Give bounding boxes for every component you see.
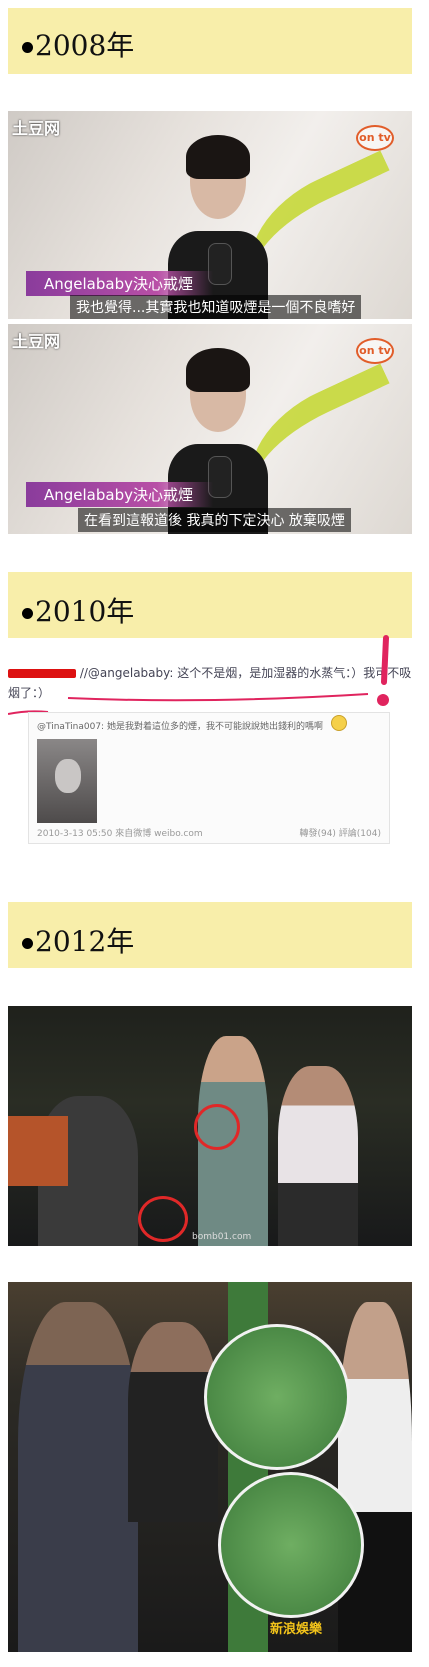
bullet-icon bbox=[22, 42, 33, 53]
photo-watermark: 新浪娛樂 bbox=[270, 1622, 323, 1637]
highlight-circle bbox=[138, 1196, 188, 1242]
year-label: 2008年 bbox=[35, 29, 135, 62]
photo-watermark: bomb01.com bbox=[192, 1232, 252, 1242]
post-thumbnail[interactable] bbox=[37, 739, 97, 823]
zoom-inset bbox=[204, 1324, 350, 1470]
post-timestamp: 2010-3-13 05:50 來自微博 weibo.com bbox=[37, 829, 203, 839]
year-label: 2010年 bbox=[35, 595, 135, 628]
highlight-circle bbox=[194, 1104, 240, 1150]
ontv-logo: on tv bbox=[356, 338, 394, 364]
video-still-1: 土豆网 on tv Angelababy決心戒煙 我也覺得...其實我也知道吸煙… bbox=[8, 111, 412, 319]
quoted-post-text: @TinaTina007: 她是我對着這位多的煙，我不可能說說她出錢利的嗎啊 bbox=[37, 722, 323, 732]
tudou-logo: 土豆网 bbox=[12, 332, 61, 351]
tudou-logo: 土豆网 bbox=[12, 119, 61, 138]
smiley-icon bbox=[331, 715, 347, 731]
post-stats[interactable]: 轉發(94) 評論(104) bbox=[299, 826, 381, 839]
paparazzi-photo-2: 新浪娛樂 bbox=[8, 1282, 412, 1652]
redacted-username bbox=[8, 669, 76, 678]
year-label: 2012年 bbox=[35, 925, 135, 958]
year-heading: 2012年 bbox=[22, 920, 134, 960]
person-middle bbox=[128, 1322, 218, 1522]
paparazzi-photo-1: bomb01.com bbox=[8, 1006, 412, 1246]
quoted-post: @TinaTina007: 她是我對着這位多的煙，我不可能說說她出錢利的嗎啊 2… bbox=[28, 712, 390, 844]
person-right bbox=[338, 1302, 412, 1652]
year-heading: 2010年 bbox=[22, 590, 134, 630]
zoom-inset bbox=[218, 1472, 364, 1618]
video-still-2: 土豆网 on tv Angelababy決心戒煙 在看到這報道後 我真的下定決心… bbox=[8, 324, 412, 534]
year-banner-2012: 2012年 bbox=[8, 902, 412, 968]
ontv-logo: on tv bbox=[356, 125, 394, 151]
year-banner-2010: 2010年 bbox=[8, 572, 412, 638]
bullet-icon bbox=[22, 938, 33, 949]
video-title-caption: Angelababy決心戒煙 bbox=[26, 482, 213, 507]
video-subtitle: 在看到這報道後 我真的下定決心 放棄吸煙 bbox=[78, 508, 351, 532]
person-right bbox=[278, 1066, 358, 1246]
video-title-caption: Angelababy決心戒煙 bbox=[26, 271, 213, 296]
orange-chair bbox=[8, 1116, 68, 1186]
year-heading: 2008年 bbox=[22, 24, 134, 64]
year-banner-2008: 2008年 bbox=[8, 8, 412, 74]
person-left bbox=[18, 1302, 138, 1652]
bullet-icon bbox=[22, 608, 33, 619]
weibo-screenshot: //@angelababy: 这个不是烟，是加湿器的水蒸气：）我可不吸 烟了：）… bbox=[8, 635, 412, 868]
video-subtitle: 我也覺得...其實我也知道吸煙是一個不良嗜好 bbox=[70, 295, 362, 319]
